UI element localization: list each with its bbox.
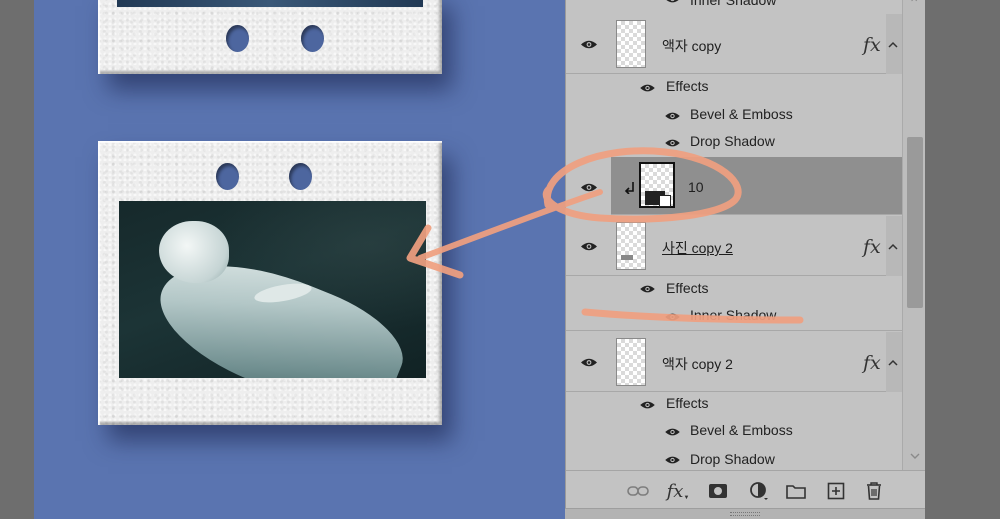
frame-hole (216, 163, 239, 190)
mask-icon[interactable] (707, 480, 729, 502)
effect-name: Bevel & Emboss (690, 106, 793, 122)
fx-icon[interactable]: fx ▼ (666, 480, 690, 502)
eye-icon[interactable] (639, 284, 656, 294)
trash-icon[interactable] (863, 480, 885, 502)
layer-row-selected[interactable]: 10 (611, 157, 902, 215)
dropdown-caret-icon: ▼ (683, 495, 690, 501)
effects-label: Effects (666, 78, 709, 94)
photo-frame-bottom (98, 141, 442, 425)
beluga-photo (119, 201, 426, 378)
effects-label: Effects (666, 280, 709, 296)
fx-label: fx (666, 480, 684, 502)
photo-frame-top (98, 0, 442, 74)
thumb-content (621, 255, 633, 260)
layer-row[interactable]: 액자 copy 2 fx (566, 332, 902, 392)
new-layer-icon[interactable] (825, 480, 847, 502)
effects-row[interactable]: Effects (566, 392, 902, 419)
eye-cell[interactable] (566, 157, 611, 215)
eye-icon[interactable] (580, 39, 598, 50)
close-icon[interactable]: ✕ (910, 0, 918, 5)
adjustment-icon[interactable] (748, 480, 770, 502)
layer-name[interactable]: 액자 copy (662, 36, 721, 56)
frame-hole (226, 25, 249, 52)
effect-row[interactable]: Bevel & Emboss (566, 419, 902, 446)
clip-arrow-icon (624, 182, 634, 194)
scrollbar-thumb[interactable] (907, 137, 923, 308)
eye-icon[interactable] (664, 138, 681, 148)
effect-name: Inner Shadow (690, 0, 777, 8)
whale-head (159, 221, 229, 283)
effects-row[interactable]: Effects (566, 276, 902, 303)
layer-name[interactable]: 10 (688, 179, 704, 195)
eye-icon[interactable] (580, 357, 598, 368)
effect-row[interactable]: Drop Shadow (566, 129, 902, 156)
layers-panel: Inner Shadow 액자 copy fx Effects Bevel & … (565, 0, 926, 508)
effect-row[interactable]: Drop Shadow (566, 446, 902, 470)
eye-icon[interactable] (664, 455, 681, 465)
photo-strip-top (117, 0, 423, 7)
chevron-down-icon[interactable] (909, 451, 921, 461)
eye-icon[interactable] (664, 111, 681, 121)
effect-row[interactable]: Bevel & Emboss (566, 102, 902, 129)
eye-icon[interactable] (580, 241, 598, 252)
effects-row[interactable]: Effects (566, 74, 902, 102)
frame-hole (289, 163, 312, 190)
eye-icon[interactable] (580, 182, 598, 193)
eye-icon[interactable] (664, 312, 681, 322)
effect-row-partial[interactable]: Inner Shadow (566, 0, 902, 10)
layers-footer-toolbar: fx ▼ (566, 470, 926, 508)
fx-indicator[interactable]: fx (863, 34, 881, 56)
effect-name: Drop Shadow (690, 133, 775, 149)
effect-name: Drop Shadow (690, 451, 775, 467)
layers-scrollbar[interactable]: ✕ (902, 0, 926, 470)
workspace-edge (0, 0, 34, 519)
chevron-up-icon[interactable] (887, 39, 899, 51)
panel-resize-grip[interactable] (565, 508, 925, 519)
layer-row[interactable]: 사진 copy 2 fx (566, 216, 902, 276)
effect-name: Inner Shadow (690, 307, 777, 323)
effect-name: Bevel & Emboss (690, 422, 793, 438)
eye-icon[interactable] (664, 0, 681, 4)
eye-icon[interactable] (664, 427, 681, 437)
layer-name[interactable]: 사진 copy 2 (662, 238, 733, 258)
layer-thumbnail (616, 222, 646, 270)
eye-icon[interactable] (639, 83, 656, 93)
effect-row[interactable]: Inner Shadow (566, 303, 902, 331)
chevron-up-icon[interactable] (887, 357, 899, 369)
frame-hole (301, 25, 324, 52)
link-icon[interactable] (627, 480, 649, 502)
eye-icon[interactable] (639, 400, 656, 410)
fx-indicator[interactable]: fx (863, 352, 881, 374)
folder-icon[interactable] (785, 480, 807, 502)
chevron-up-icon[interactable] (887, 241, 899, 253)
layer-thumbnail (616, 338, 646, 386)
fx-indicator[interactable]: fx (863, 236, 881, 258)
layer-list[interactable]: Inner Shadow 액자 copy fx Effects Bevel & … (566, 0, 902, 470)
workspace-edge-right (925, 0, 1000, 519)
layer-thumbnail (616, 20, 646, 68)
effects-label: Effects (666, 395, 709, 411)
layer-row[interactable]: 액자 copy fx (566, 14, 902, 74)
grip-dots (730, 512, 760, 516)
document-canvas[interactable] (34, 0, 565, 519)
layer-name[interactable]: 액자 copy 2 (662, 354, 733, 374)
smart-object-icon (659, 195, 671, 207)
